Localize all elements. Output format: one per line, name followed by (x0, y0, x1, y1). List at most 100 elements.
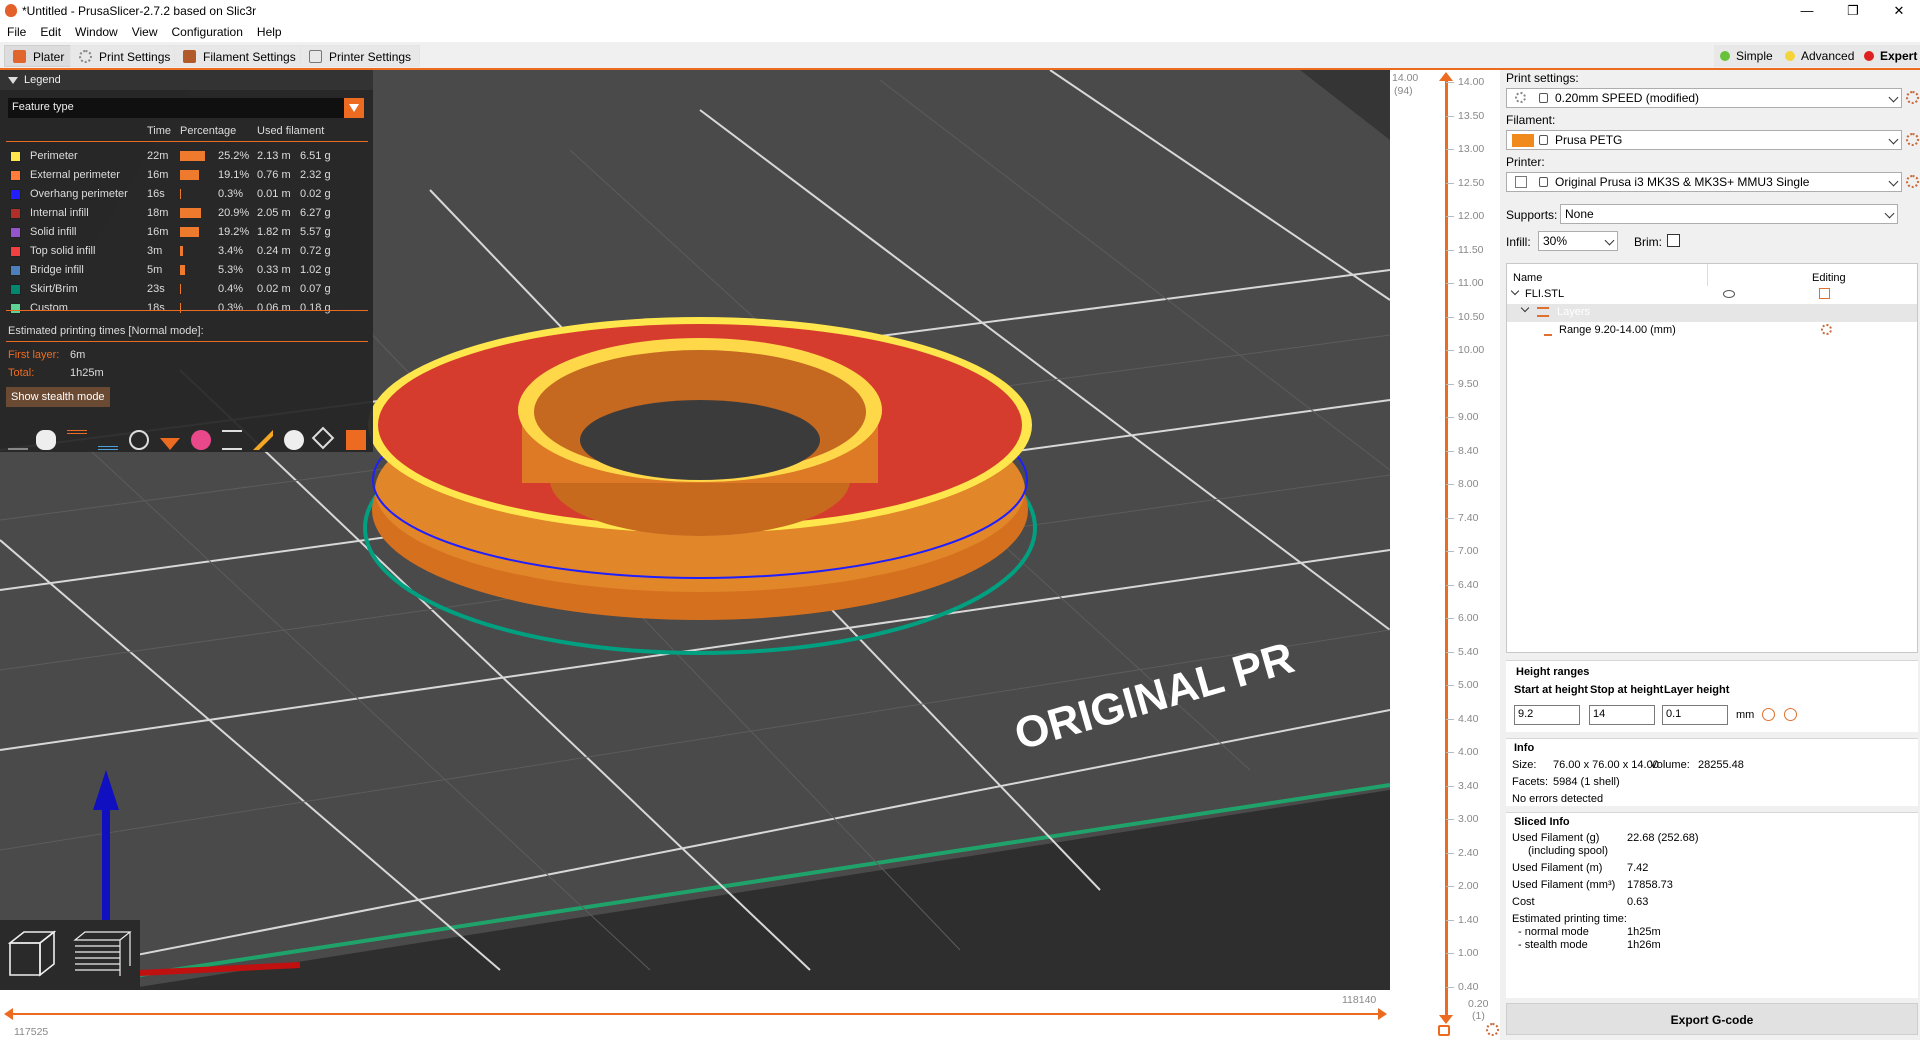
slider-tick-label: 10.50 (1458, 310, 1485, 323)
close-button[interactable]: ✕ (1876, 0, 1920, 22)
legend-item-time: 16m (147, 226, 169, 238)
slider-tick-label: 6.40 (1458, 578, 1479, 591)
menu-file[interactable]: File (0, 22, 33, 39)
layer-height-slider[interactable]: 14.00 (94) 14.00 13.50 13.00 12.50 12.00 11.5… (1390, 70, 1500, 1040)
shells-icon[interactable] (311, 426, 335, 450)
legend-item-percentage: 0.4% (218, 283, 244, 295)
legend-item-name: Bridge infill (30, 264, 84, 276)
mode-advanced-button[interactable]: Advanced (1779, 45, 1861, 67)
menu-configuration[interactable]: Configuration (165, 22, 250, 39)
legend-row[interactable]: External perimeter 16m 19.1% 0.76 m 2.32 g (0, 166, 373, 185)
infill-select[interactable]: 30% (1538, 231, 1618, 251)
filament-select[interactable]: Prusa PETG (1506, 130, 1902, 150)
maximize-button[interactable]: ❐ (1830, 0, 1876, 22)
legend-row[interactable]: Top solid infill 3m 3.4% 0.24 m 0.72 g (0, 242, 373, 261)
menu-edit[interactable]: Edit (33, 22, 68, 39)
slider-tick-mark (1446, 886, 1454, 888)
gcode-move-slider[interactable]: 117525 118140 (0, 990, 1390, 1040)
legend-row[interactable]: Skirt/Brim 23s 0.4% 0.02 m 0.07 g (0, 280, 373, 299)
expand-icon[interactable] (1520, 303, 1530, 313)
deretractions-icon[interactable] (98, 430, 118, 450)
print-settings-cog-icon[interactable] (1906, 91, 1919, 104)
slider-tick-mark (1446, 82, 1454, 83)
slider-tick-mark (1446, 718, 1454, 720)
legend-item-length: 0.33 m (257, 264, 291, 276)
stealth-mode-label: - stealth mode (1518, 939, 1588, 951)
tool-marker-icon[interactable] (346, 430, 366, 450)
wipe-icon[interactable] (36, 430, 56, 450)
chevron-down-icon (1604, 235, 1615, 246)
mode-expert-button[interactable]: Expert (1858, 45, 1920, 67)
slider-tick-mark (1446, 450, 1454, 452)
sliced-info-title: Sliced Info (1514, 816, 1570, 828)
print-settings-select[interactable]: 0.20mm SPEED (modified) (1506, 88, 1902, 108)
slider-bottom-thumb-icon[interactable] (1439, 1015, 1453, 1024)
slider-settings-cog-icon[interactable] (1486, 1023, 1499, 1036)
filament-settings-cog-icon[interactable] (1906, 133, 1919, 146)
travel-icon[interactable] (8, 430, 28, 450)
legend-row[interactable]: Internal infill 18m 20.9% 2.05 m 6.27 g (0, 204, 373, 223)
brim-checkbox[interactable] (1667, 234, 1680, 247)
object-edit-icon[interactable] (1819, 288, 1830, 299)
printer-settings-cog-icon[interactable] (1906, 175, 1919, 188)
cost-value: 0.63 (1627, 896, 1649, 908)
tab-plater[interactable]: Plater (4, 45, 74, 67)
add-range-icon[interactable] (1784, 708, 1797, 721)
menu-view[interactable]: View (125, 22, 165, 39)
custom-gcode-icon[interactable] (253, 430, 273, 450)
menu-window[interactable]: Window (68, 22, 125, 39)
show-stealth-mode-button[interactable]: Show stealth mode (6, 387, 110, 407)
seams-icon[interactable] (129, 430, 149, 450)
chevron-down-icon (1888, 134, 1899, 145)
start-height-input[interactable]: 9.2 (1514, 705, 1580, 725)
legend-header[interactable]: Legend (0, 70, 373, 90)
retractions-icon[interactable] (67, 430, 87, 450)
object-row[interactable]: FLI.STL (1507, 286, 1917, 304)
legend-row[interactable]: Bridge infill 5m 5.3% 0.33 m 1.02 g (0, 261, 373, 280)
legend-row[interactable]: Perimeter 22m 25.2% 2.13 m 6.51 g (0, 147, 373, 166)
stop-height-input[interactable]: 14 (1589, 705, 1655, 725)
layers-row[interactable]: Layers (1507, 303, 1917, 322)
lock-icon[interactable] (1438, 1025, 1450, 1036)
view-type-select[interactable]: Feature type (8, 98, 364, 118)
legend-item-name: Skirt/Brim (30, 283, 78, 295)
cog-icon (79, 50, 92, 63)
legend-row[interactable]: Overhang perimeter 16s 0.3% 0.01 m 0.02 g (0, 185, 373, 204)
export-gcode-button[interactable]: Export G-code (1506, 1003, 1918, 1035)
legend-item-name: Top solid infill (30, 245, 96, 257)
move-slider-right-thumb-icon[interactable] (1378, 1008, 1387, 1020)
move-slider-left-thumb-icon[interactable] (4, 1008, 13, 1020)
layer-height-label: Layer height (1664, 684, 1730, 696)
printer-select[interactable]: Original Prusa i3 MK3S & MK3S+ MMU3 Sing… (1506, 172, 1902, 192)
tool-changes-icon[interactable] (160, 438, 180, 450)
slider-tick-label: 3.00 (1458, 813, 1479, 826)
height-ranges-panel: Height ranges Start at height Stop at he… (1506, 660, 1918, 732)
center-of-gravity-icon[interactable] (284, 430, 304, 450)
tab-printer-settings[interactable]: Printer Settings (300, 45, 421, 67)
slider-bottom-layer: (1) (1472, 1010, 1485, 1022)
tab-filament-settings[interactable]: Filament Settings (174, 45, 305, 67)
mode-simple-button[interactable]: Simple (1714, 45, 1779, 67)
color-changes-icon[interactable] (191, 430, 211, 450)
range-settings-cog-icon[interactable] (1821, 324, 1832, 335)
legend-item-length: 0.01 m (257, 188, 291, 200)
slider-top-thumb-icon[interactable] (1439, 72, 1453, 81)
minimize-button[interactable]: — (1784, 0, 1830, 22)
remove-range-icon[interactable] (1762, 708, 1775, 721)
range-row[interactable]: Range 9.20-14.00 (mm) (1507, 322, 1917, 340)
slider-tick-mark (1446, 216, 1454, 218)
expand-icon[interactable] (1510, 286, 1520, 296)
supports-select[interactable]: None (1560, 204, 1898, 224)
slider-tick-mark (1446, 987, 1454, 988)
layer-height-input[interactable]: 0.1 (1662, 705, 1728, 725)
slider-tick-mark (1446, 819, 1454, 821)
tab-print-settings[interactable]: Print Settings (70, 45, 180, 67)
legend-row[interactable]: Solid infill 16m 19.2% 1.82 m 5.57 g (0, 223, 373, 242)
visibility-eye-icon[interactable] (1723, 290, 1735, 298)
legend-row[interactable]: Custom 18s 0.3% 0.06 m 0.18 g (0, 299, 373, 318)
legend-item-percentage: 5.3% (218, 264, 244, 276)
menu-help[interactable]: Help (250, 22, 289, 39)
used-filament-m-value: 7.42 (1627, 862, 1649, 874)
pause-icon[interactable] (222, 430, 242, 450)
legend-item-length: 0.06 m (257, 302, 291, 314)
